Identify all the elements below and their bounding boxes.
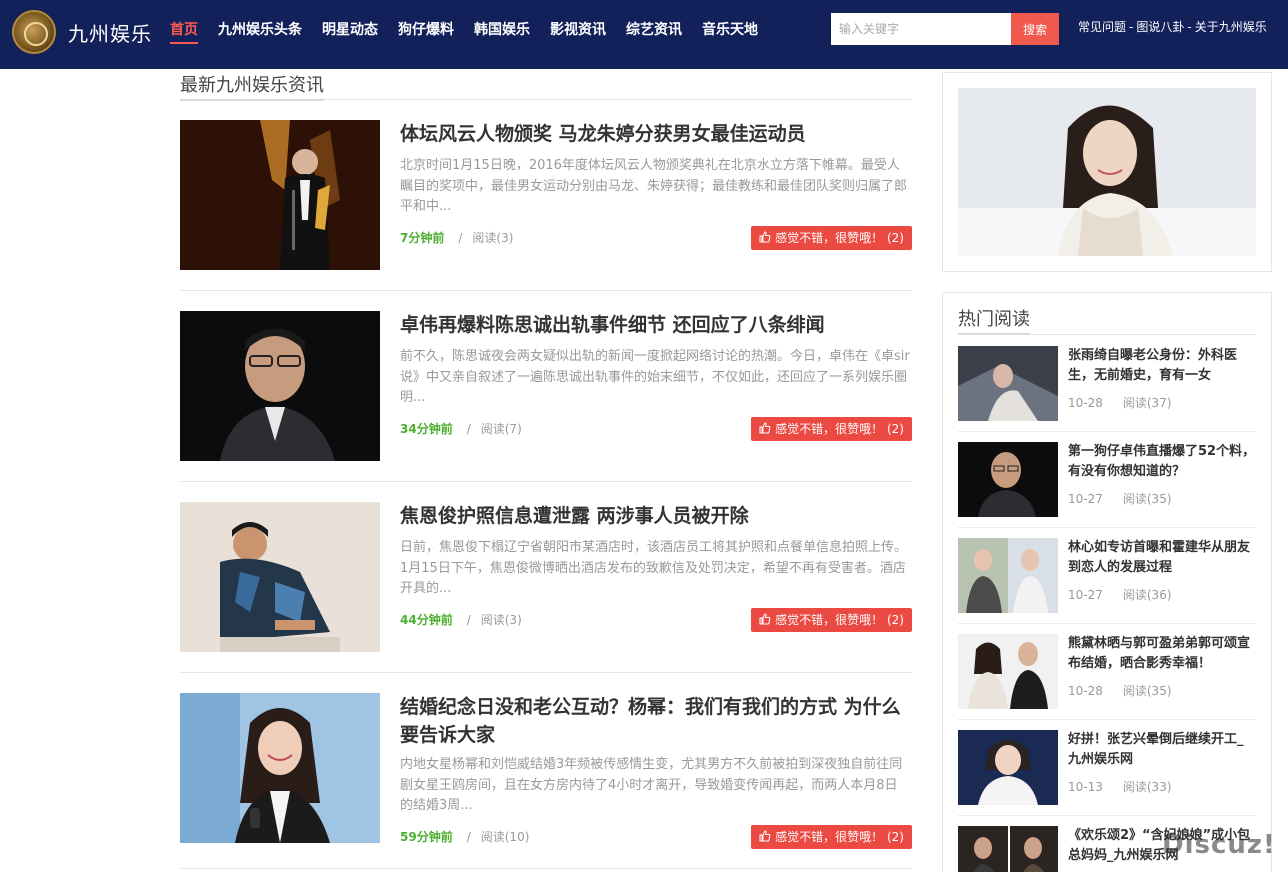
- top-link-gossip[interactable]: 图说八卦: [1136, 20, 1184, 34]
- top-link-faq[interactable]: 常见问题: [1078, 20, 1126, 34]
- hot-item: 熊黛林晒与郭可盈弟弟郭可颂宣布结婚，晒合影秀幸福！ 10-28 阅读(35): [958, 634, 1256, 710]
- article-excerpt: 前不久，陈思诚夜会两女疑似出轨的新闻一度掀起网络讨论的热潮。今日，卓伟在《卓si…: [400, 349, 910, 405]
- site-name: 九州娱乐: [68, 21, 152, 46]
- article-meta: 34分钟前 / 阅读(7): [400, 422, 522, 436]
- dragon-emblem-icon: [12, 10, 56, 54]
- like-button[interactable]: 感觉不错，很赞哦！ (2): [751, 226, 912, 250]
- article-title[interactable]: 体坛风云人物颁奖 马龙朱婷分获男女最佳运动员: [400, 120, 910, 148]
- divider: [958, 431, 1256, 432]
- top-link-separator: -: [1187, 20, 1192, 34]
- divider: [958, 527, 1256, 528]
- hot-item-thumbnail[interactable]: [958, 538, 1058, 613]
- article-time: 7分钟前: [400, 231, 445, 245]
- nav-item-korean[interactable]: 韩国娱乐: [464, 0, 540, 69]
- hot-item-title[interactable]: 张雨绮自曝老公身份：外科医生，无前婚史，育有一女: [1068, 346, 1256, 386]
- search-input[interactable]: [831, 13, 1011, 45]
- divider: [180, 868, 912, 869]
- divider: [958, 623, 1256, 624]
- thumbs-up-icon: [759, 830, 771, 842]
- hot-item-thumbnail[interactable]: [958, 442, 1058, 517]
- hot-item-title[interactable]: 熊黛林晒与郭可盈弟弟郭可颂宣布结婚，晒合影秀幸福！: [1068, 634, 1256, 674]
- hot-item-thumbnail[interactable]: [958, 346, 1058, 421]
- thumbs-up-icon: [759, 231, 771, 243]
- article-meta: 44分钟前 / 阅读(3): [400, 613, 522, 627]
- thumbs-up-icon: [759, 422, 771, 434]
- article-item: 体坛风云人物颁奖 马龙朱婷分获男女最佳运动员 北京时间1月15日晚，2016年度…: [180, 120, 912, 270]
- article-item: 焦恩俊护照信息遭泄露 两涉事人员被开除 日前，焦恩俊下榻辽宁省朝阳市某酒店时，该…: [180, 502, 912, 652]
- article-time: 34分钟前: [400, 422, 453, 436]
- divider: [958, 815, 1256, 816]
- divider: [180, 672, 912, 673]
- article-thumbnail[interactable]: [180, 693, 380, 843]
- article-reads: 阅读(3): [480, 613, 522, 627]
- top-link-separator: -: [1129, 20, 1134, 34]
- article-title[interactable]: 卓伟再爆料陈思诚出轨事件细节 还回应了八条绯闻: [400, 311, 910, 339]
- article-excerpt: 日前，焦恩俊下榻辽宁省朝阳市某酒店时，该酒店员工将其护照和点餐单信息拍照上传。1…: [400, 540, 908, 596]
- article-title[interactable]: 结婚纪念日没和老公互动？杨幂：我们有我们的方式 为什么要告诉大家: [400, 693, 910, 749]
- hot-item: 第一狗仔卓伟直播爆了52个料，有没有你想知道的？ 10-27 阅读(35): [958, 442, 1256, 518]
- nav-item-paparazzi[interactable]: 狗仔爆料: [388, 0, 464, 69]
- hot-item-meta: 10-27 阅读(35): [1068, 492, 1172, 506]
- hot-item-thumbnail[interactable]: [958, 826, 1058, 872]
- article-meta: 7分钟前 / 阅读(3): [400, 231, 514, 245]
- like-button[interactable]: 感觉不错，很赞哦！ (2): [751, 417, 912, 441]
- nav-item-star-news[interactable]: 明星动态: [312, 0, 388, 69]
- article-time: 44分钟前: [400, 613, 453, 627]
- hot-item: 林心如专访首曝和霍建华从朋友到恋人的发展过程 10-27 阅读(36): [958, 538, 1256, 614]
- article-thumbnail[interactable]: [180, 502, 380, 652]
- search-bar: 搜索: [831, 13, 1059, 45]
- article-excerpt: 内地女星杨幂和刘恺威结婚3年频被传感情生变，尤其男方不久前被拍到深夜独自前往同剧…: [400, 757, 903, 813]
- hot-item-title[interactable]: 林心如专访首曝和霍建华从朋友到恋人的发展过程: [1068, 538, 1256, 578]
- article-thumbnail[interactable]: [180, 120, 380, 270]
- article-time: 59分钟前: [400, 830, 453, 844]
- banner-image[interactable]: [958, 88, 1256, 256]
- nav-item-film-tv[interactable]: 影视资讯: [540, 0, 616, 69]
- article-excerpt: 北京时间1月15日晚，2016年度体坛风云人物颁奖典礼在北京水立方落下帷幕。最受…: [400, 158, 908, 214]
- discuz-watermark: Discuz!: [1162, 830, 1276, 860]
- main-nav: 首页 九州娱乐头条 明星动态 狗仔爆料 韩国娱乐 影视资讯 综艺资讯 音乐天地: [160, 0, 768, 69]
- nav-item-headlines[interactable]: 九州娱乐头条: [208, 0, 312, 69]
- divider: [180, 481, 912, 482]
- site-logo[interactable]: 九州娱乐: [12, 10, 152, 54]
- hot-item-meta: 10-28 阅读(35): [1068, 684, 1172, 698]
- nav-item-home[interactable]: 首页: [160, 0, 208, 69]
- thumbs-up-icon: [759, 613, 771, 625]
- article-list: 最新九州娱乐资讯 体坛风云人物颁奖 马龙朱婷分获男女最佳运动员 北京时间1月15…: [180, 69, 912, 869]
- hot-item-thumbnail[interactable]: [958, 730, 1058, 805]
- sidebar-banner: [942, 72, 1272, 272]
- hot-item-meta: 10-27 阅读(36): [1068, 588, 1172, 602]
- hot-item-title[interactable]: 好拼！张艺兴晕倒后继续开工_九州娱乐网: [1068, 730, 1256, 770]
- article-reads: 阅读(7): [480, 422, 522, 436]
- hot-reads-panel: 热门阅读 张雨绮自曝老公身份：外科医生，无前婚史，育有一女 10-28 阅读(37…: [942, 292, 1272, 872]
- hot-item-title[interactable]: 第一狗仔卓伟直播爆了52个料，有没有你想知道的？: [1068, 442, 1256, 482]
- hot-item-meta: 10-13 阅读(33): [1068, 780, 1172, 794]
- article-item: 卓伟再爆料陈思诚出轨事件细节 还回应了八条绯闻 前不久，陈思诚夜会两女疑似出轨的…: [180, 311, 912, 461]
- article-title[interactable]: 焦恩俊护照信息遭泄露 两涉事人员被开除: [400, 502, 910, 530]
- hot-item: 好拼！张艺兴晕倒后继续开工_九州娱乐网 10-13 阅读(33): [958, 730, 1256, 806]
- nav-item-variety[interactable]: 综艺资讯: [616, 0, 692, 69]
- search-button[interactable]: 搜索: [1011, 13, 1059, 45]
- divider: [180, 290, 912, 291]
- like-button[interactable]: 感觉不错，很赞哦！ (2): [751, 825, 912, 849]
- hot-reads-title: 热门阅读: [958, 305, 1256, 335]
- divider: [958, 719, 1256, 720]
- hot-item-meta: 10-28 阅读(37): [1068, 396, 1172, 410]
- article-reads: 阅读(3): [472, 231, 514, 245]
- top-navbar: 九州娱乐 首页 九州娱乐头条 明星动态 狗仔爆料 韩国娱乐 影视资讯 综艺资讯 …: [0, 0, 1288, 69]
- like-button[interactable]: 感觉不错，很赞哦！ (2): [751, 608, 912, 632]
- top-links: 常见问题 - 图说八卦 - 关于九州娱乐: [1078, 18, 1267, 35]
- nav-item-music[interactable]: 音乐天地: [692, 0, 768, 69]
- section-title: 最新九州娱乐资讯: [180, 69, 912, 101]
- article-meta: 59分钟前 / 阅读(10): [400, 830, 530, 844]
- article-thumbnail[interactable]: [180, 311, 380, 461]
- hot-item: 张雨绮自曝老公身份：外科医生，无前婚史，育有一女 10-28 阅读(37): [958, 346, 1256, 422]
- article-item: 结婚纪念日没和老公互动？杨幂：我们有我们的方式 为什么要告诉大家 内地女星杨幂和…: [180, 693, 912, 849]
- top-link-about[interactable]: 关于九州娱乐: [1195, 20, 1267, 34]
- article-reads: 阅读(10): [480, 830, 530, 844]
- hot-item-thumbnail[interactable]: [958, 634, 1058, 709]
